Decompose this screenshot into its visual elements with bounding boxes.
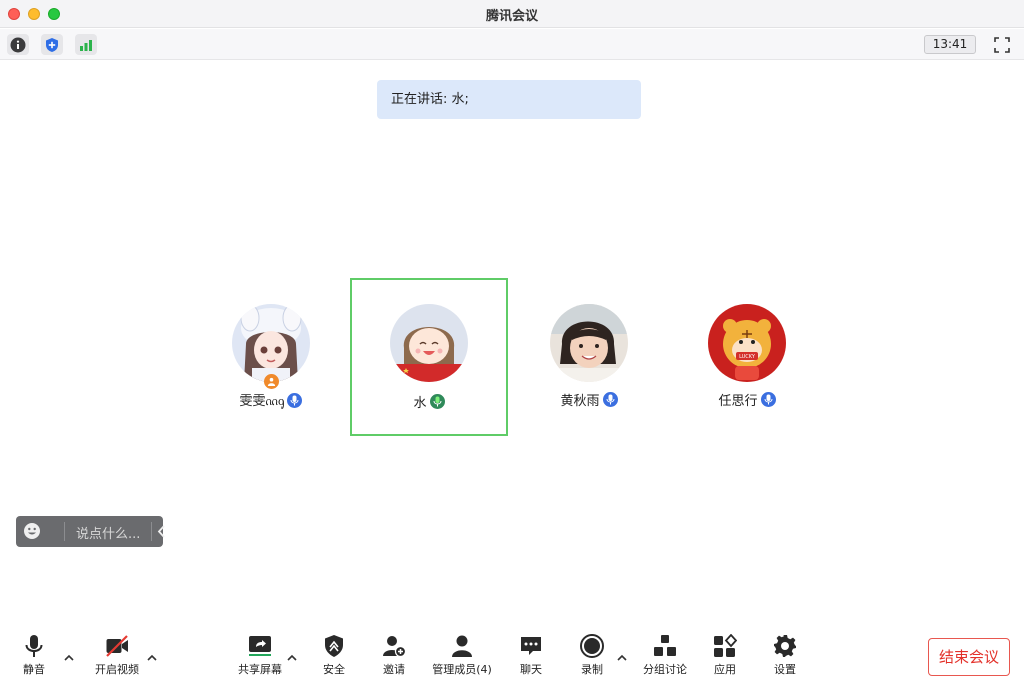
share-screen-label: 共享屏幕: [238, 663, 282, 676]
mic-on-icon: [287, 392, 303, 408]
mute-label: 静音: [23, 663, 45, 676]
divider: [151, 522, 152, 541]
chevron-left-icon[interactable]: [155, 524, 169, 539]
svg-text:LUCKY: LUCKY: [739, 354, 756, 360]
security-status-button[interactable]: [41, 34, 63, 55]
signal-strength-icon: [80, 39, 92, 51]
manage-members-button[interactable]: 管理成员(4): [426, 634, 498, 678]
quick-chat-bar[interactable]: 说点什么...: [16, 516, 165, 547]
participant-name: 水: [352, 392, 506, 411]
avatar: LUCKY: [708, 304, 786, 382]
participant-tile[interactable]: 黄秋雨: [510, 278, 668, 436]
apps-label: 应用: [714, 663, 736, 676]
end-meeting-button[interactable]: 结束会议: [928, 638, 1010, 676]
divider: [64, 522, 65, 541]
settings-label: 设置: [774, 663, 796, 676]
chevron-up-icon[interactable]: [616, 653, 628, 663]
add-user-icon: [383, 636, 406, 658]
person-icon: [267, 377, 276, 386]
participant-name-text: 任思行: [718, 394, 758, 409]
current-speaker-banner: 正在讲话: 水;: [377, 80, 641, 119]
participant-name: 雯雯ᦶᧁ: [192, 390, 350, 410]
emoji-icon[interactable]: [23, 522, 41, 540]
settings-button[interactable]: 设置: [755, 634, 815, 678]
participant-tile[interactable]: LUCKY 任思行: [668, 278, 826, 436]
members-icon: [452, 635, 472, 657]
participant-name: 黄秋雨: [510, 390, 668, 409]
participant-name-text: 黄秋雨: [560, 394, 600, 409]
window-title: 腾讯会议: [485, 9, 538, 24]
mute-button[interactable]: 静音: [4, 634, 64, 678]
security-button[interactable]: 安全: [304, 634, 364, 678]
invite-button[interactable]: 邀请: [364, 634, 424, 678]
record-label: 录制: [581, 663, 603, 676]
start-video-label: 开启视频: [95, 663, 139, 676]
share-screen-icon: [249, 636, 271, 656]
participant-name-text: 雯雯ᦶᧁ: [239, 394, 285, 409]
participant-tile-active[interactable]: 水: [350, 278, 508, 436]
shield-icon: [325, 635, 343, 657]
chevron-up-icon[interactable]: [146, 653, 158, 663]
fullscreen-button[interactable]: [991, 34, 1013, 55]
participant-tile[interactable]: 雯雯ᦶᧁ: [192, 278, 350, 436]
info-icon: [10, 37, 26, 52]
share-screen-button[interactable]: 共享屏幕: [230, 634, 290, 678]
gear-icon: [774, 635, 796, 657]
apps-grid-icon: [714, 634, 737, 657]
meeting-info-bar: 13:41: [0, 29, 1024, 60]
participant-name-text: 水: [413, 396, 427, 411]
breakout-rooms-label: 分组讨论: [643, 663, 687, 676]
record-button[interactable]: 录制: [562, 634, 622, 678]
chat-label: 聊天: [520, 663, 542, 676]
meeting-info-button[interactable]: [7, 34, 29, 55]
mic-on-icon: [760, 392, 776, 407]
chevron-up-icon[interactable]: [63, 653, 75, 663]
chevron-up-icon[interactable]: [286, 653, 298, 663]
security-label: 安全: [323, 663, 345, 676]
record-icon: [580, 634, 604, 658]
microphone-icon: [25, 635, 43, 657]
chat-button[interactable]: 聊天: [501, 634, 561, 678]
breakout-rooms-button[interactable]: 分组讨论: [635, 634, 695, 678]
manage-members-label: 管理成员(4): [432, 663, 492, 676]
video-off-icon: [106, 635, 128, 657]
host-badge: [264, 374, 279, 389]
network-quality-button[interactable]: [75, 34, 97, 55]
shield-icon: [46, 37, 58, 52]
participant-name: 任思行: [668, 390, 826, 409]
invite-label: 邀请: [383, 663, 405, 676]
title-bar: 腾讯会议: [0, 0, 1024, 28]
fullscreen-icon: [994, 36, 1010, 53]
avatar: [232, 304, 310, 382]
avatar: [550, 304, 628, 382]
meeting-clock: 13:41: [924, 35, 976, 54]
start-video-button[interactable]: 开启视频: [87, 634, 147, 678]
chat-input-placeholder[interactable]: 说点什么...: [76, 523, 140, 542]
mic-on-icon: [602, 392, 618, 407]
breakout-icon: [654, 635, 676, 656]
avatar: [390, 304, 468, 382]
apps-button[interactable]: 应用: [695, 634, 755, 678]
chat-bubble-icon: [521, 637, 541, 655]
mic-speaking-icon: [429, 394, 445, 409]
